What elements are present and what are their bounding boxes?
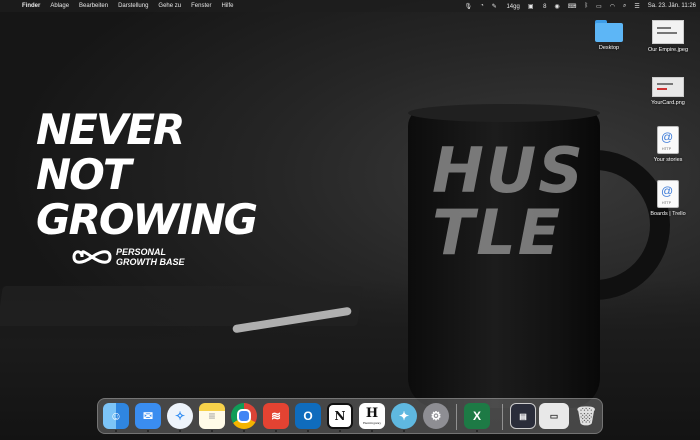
- hemingway-letter: H: [365, 406, 379, 421]
- pen-battery-icon[interactable]: ✎ 14gg: [492, 3, 520, 10]
- counter-badge-icon[interactable]: ▣ 8: [528, 3, 547, 10]
- menu-gehe-zu[interactable]: Gehe zu: [158, 3, 181, 9]
- control-center-icon[interactable]: ☰: [634, 3, 639, 10]
- wifi-icon[interactable]: ◠: [610, 3, 615, 10]
- dock-bird-icon[interactable]: ✦: [391, 403, 417, 429]
- dock-gear-icon[interactable]: ⚙: [423, 403, 449, 429]
- dock-notion-icon[interactable]: N: [327, 403, 353, 429]
- brand-line: PERSONAL: [116, 247, 167, 257]
- bluetooth-icon[interactable]: ᛒ: [584, 3, 588, 9]
- dock-safari-icon[interactable]: ✧: [167, 403, 193, 429]
- search-icon[interactable]: ⌕: [623, 3, 626, 10]
- wallpaper-headline: NEVER NOT GROWING: [36, 105, 258, 244]
- keyboard-layout-icon[interactable]: ⌨: [568, 3, 577, 10]
- folder-icon: [595, 20, 623, 42]
- desktop-icon-label: YourCard.png: [651, 100, 685, 106]
- headline-line: NEVER: [36, 105, 185, 154]
- sync-icon[interactable]: ◔: [480, 3, 484, 9]
- desktop-icon-label: Our Empire.jpeg: [647, 47, 689, 53]
- dock-separator: [456, 404, 457, 430]
- webloc-icon: @ HTTP: [657, 180, 679, 208]
- dock-outlook-icon[interactable]: O: [295, 403, 321, 429]
- desktop-icon-our-empire[interactable]: Our Empire.jpeg: [638, 20, 698, 53]
- dock-notes-icon[interactable]: ≡: [199, 403, 225, 429]
- wallpaper-mug-rim: [408, 104, 600, 122]
- notion-letter: N: [334, 409, 346, 423]
- counter-value: 8: [543, 3, 547, 10]
- battery-icon[interactable]: ▭: [596, 3, 602, 10]
- image-file-icon: [652, 77, 684, 97]
- desktop-icon-label: Desktop: [598, 45, 620, 51]
- dock-excel-icon[interactable]: X: [464, 403, 490, 429]
- headline-line: GROWING: [36, 195, 258, 244]
- dock-chrome-icon[interactable]: [231, 403, 257, 429]
- image-file-icon: [652, 20, 684, 44]
- dock-minimized-window-icon[interactable]: ▤: [510, 403, 536, 429]
- menu-datetime[interactable]: Sa. 23. Jän. 11:26: [648, 3, 696, 9]
- dock-mail-icon[interactable]: ✉: [135, 403, 161, 429]
- desktop-icon-your-stories[interactable]: @ HTTP Your stories: [638, 126, 698, 163]
- mug-text-line: HUS: [432, 134, 585, 207]
- brand-line: GROWTH BASE: [116, 257, 185, 267]
- infinity-logo-icon: [72, 250, 112, 264]
- menu-darstellung[interactable]: Darstellung: [118, 3, 148, 9]
- dock: ☺ ✉ ✧ ≡ ≋ O N H Hemingway ✦ ⚙ X ▤ ▭ 🗑: [97, 398, 603, 434]
- microphone-icon[interactable]: 🎙: [465, 3, 473, 10]
- dock-trash-icon[interactable]: 🗑: [573, 403, 599, 429]
- dock-downloads-stack-icon[interactable]: ▭: [539, 403, 569, 429]
- record-icon[interactable]: ◉: [555, 3, 560, 10]
- desktop-icon-yourcard[interactable]: YourCard.png: [638, 74, 698, 106]
- wallpaper-brand: PERSONAL GROWTH BASE: [72, 247, 185, 267]
- excel-letter: X: [472, 409, 481, 423]
- menu-hilfe[interactable]: Hilfe: [221, 3, 233, 9]
- dock-finder-icon[interactable]: ☺: [103, 403, 129, 429]
- desktop-icon-boards-trello[interactable]: @ HTTP Boards | Trello: [638, 180, 698, 217]
- webloc-icon: @ HTTP: [657, 126, 679, 154]
- wallpaper-mug-text: HUS TLE: [432, 134, 585, 269]
- menu-bearbeiten[interactable]: Bearbeiten: [79, 3, 108, 9]
- desktop-icon-label: Boards | Trello: [650, 211, 686, 217]
- dock-todoist-icon[interactable]: ≋: [263, 403, 289, 429]
- menu-fenster[interactable]: Fenster: [191, 3, 211, 9]
- outlook-letter: O: [303, 409, 313, 423]
- dock-hemingway-icon[interactable]: H Hemingway: [359, 403, 385, 429]
- mug-text-line: TLE: [432, 196, 563, 269]
- hemingway-caption: Hemingway: [362, 421, 382, 425]
- battery-percent: 14gg: [506, 3, 520, 10]
- menu-bar: Finder Ablage Bearbeiten Darstellung Geh…: [0, 0, 700, 12]
- headline-line: NOT: [36, 150, 132, 199]
- desktop-icon-label: Your stories: [653, 157, 683, 163]
- desktop-icon-desktop-folder[interactable]: Desktop: [579, 20, 639, 51]
- dock-separator: [502, 404, 503, 430]
- menu-app-name[interactable]: Finder: [22, 3, 40, 9]
- menu-ablage[interactable]: Ablage: [50, 3, 69, 9]
